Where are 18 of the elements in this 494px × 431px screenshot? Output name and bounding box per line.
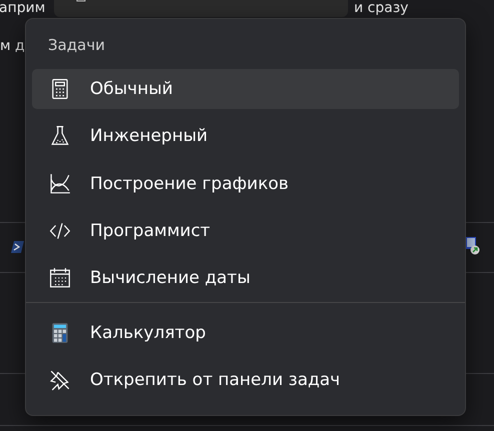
body-text: и сразу [354,0,408,16]
terminal-icon[interactable] [11,240,25,254]
flask-icon [49,125,71,148]
menu-item[interactable]: Программист [32,210,459,252]
body-text: априм [0,0,46,16]
menu-item[interactable]: Открепить от панели задач [32,360,459,400]
unpin-icon [49,368,71,391]
calculator-icon [49,78,71,100]
menu-item[interactable]: Построение графиков [32,164,459,204]
menu-item[interactable]: Инженерный [32,116,459,157]
calendar-icon [49,267,71,290]
menu-item[interactable]: Вычисление даты [32,258,459,298]
graph-icon [49,172,71,195]
remote-desktop-icon[interactable] [465,237,481,255]
body-text: м д [0,38,25,54]
menu-item[interactable]: Обычный [32,69,459,110]
menu-header: Задачи [47,35,106,56]
menu-item[interactable]: Калькулятор [32,312,459,353]
